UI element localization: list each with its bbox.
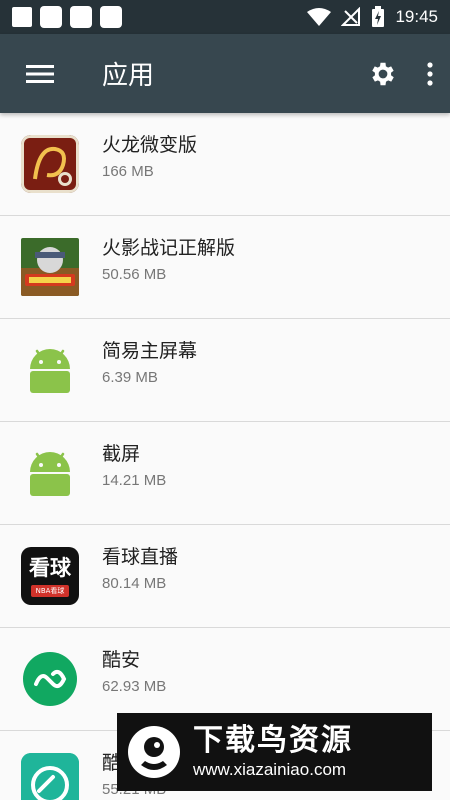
android-robot-icon — [21, 444, 79, 502]
app-name: 截屏 — [102, 443, 141, 465]
watermark-title: 下载鸟资源 — [193, 723, 353, 758]
list-item[interactable]: 火影战记正解版 50.56 MB — [0, 216, 450, 319]
overflow-menu-button[interactable] — [426, 61, 434, 87]
list-item[interactable]: 简易主屏幕 6.39 MB — [0, 319, 450, 422]
kanqiu-icon-subtext: NBA看球 — [30, 585, 70, 597]
app-name: 简易主屏幕 — [102, 340, 198, 362]
app-list: 火龙微变版 166 MB 火影战记正解版 50.56 MB 简易主屏幕 6.39… — [0, 113, 450, 800]
app-bar: 应用 — [0, 34, 450, 113]
app-size: 62.93 MB — [102, 678, 167, 695]
page-title: 应用 — [102, 61, 155, 91]
notification-icon — [40, 6, 62, 28]
kanqiu-app-icon: 看球 NBA看球 — [21, 547, 79, 605]
android-robot-icon — [21, 341, 79, 399]
menu-button[interactable] — [24, 58, 56, 90]
battery-charging-icon — [372, 6, 385, 27]
list-item[interactable]: 看球 NBA看球 看球直播 80.14 MB — [0, 525, 450, 628]
fire-dragon-app-icon — [21, 135, 79, 193]
list-item[interactable]: 截屏 14.21 MB — [0, 422, 450, 525]
list-item[interactable]: 火龙微变版 166 MB — [0, 113, 450, 216]
hamburger-menu-icon — [26, 64, 54, 83]
status-bar: 19:45 — [0, 0, 450, 34]
app-name: 看球直播 — [102, 546, 179, 568]
kanqiu-icon-text: 看球 — [29, 556, 71, 580]
naruto-senki-app-icon — [21, 238, 79, 296]
more-vertical-icon — [427, 61, 433, 86]
wifi-icon — [307, 8, 332, 26]
notification-icon — [100, 6, 122, 28]
no-signal-icon — [341, 7, 361, 26]
app-size: 14.21 MB — [102, 472, 167, 489]
notification-icon — [70, 6, 92, 28]
coolapk-market-icon — [21, 753, 79, 800]
app-size: 80.14 MB — [102, 575, 167, 592]
app-name: 火影战记正解版 — [102, 237, 236, 259]
app-size: 166 MB — [102, 163, 154, 180]
coolapk-app-icon — [21, 650, 79, 708]
watermark-overlay: 下载鸟资源 www.xiazainiao.com — [117, 713, 432, 791]
app-name: 酷安 — [102, 649, 141, 671]
bird-logo-icon — [127, 725, 181, 779]
app-size: 50.56 MB — [102, 266, 167, 283]
app-size: 6.39 MB — [102, 369, 158, 386]
clock: 19:45 — [395, 7, 438, 26]
settings-button[interactable] — [368, 59, 398, 89]
watermark-url: www.xiazainiao.com — [193, 760, 347, 779]
notification-icon — [12, 7, 32, 27]
app-name: 火龙微变版 — [102, 134, 198, 156]
gear-icon — [372, 62, 394, 85]
